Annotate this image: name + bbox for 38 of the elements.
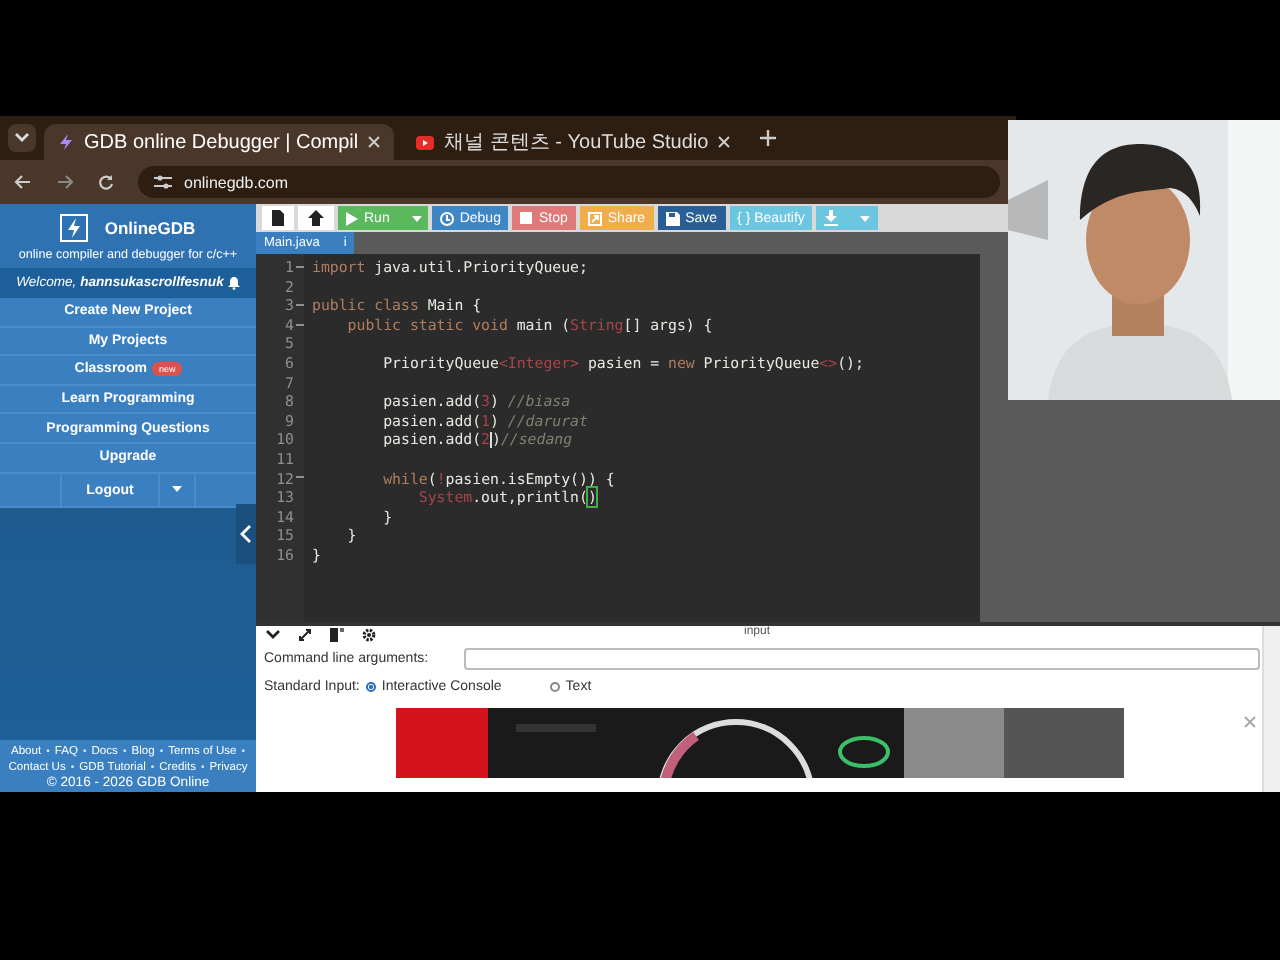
- forward-icon[interactable]: [56, 174, 74, 190]
- share-icon: [587, 211, 602, 225]
- address-bar[interactable]: onlinegdb.com: [138, 166, 1000, 198]
- download-icon: [824, 210, 839, 226]
- upload-icon: [308, 210, 324, 226]
- upload-button[interactable]: [298, 206, 334, 230]
- browser-tab[interactable]: GDB online Debugger | Compil: [44, 124, 395, 160]
- back-icon[interactable]: [14, 174, 32, 190]
- play-icon: [346, 211, 358, 225]
- new-file-button[interactable]: [262, 206, 294, 230]
- reload-icon[interactable]: [98, 174, 114, 190]
- scrollbar[interactable]: [1262, 626, 1280, 792]
- chevron-down-icon: [14, 132, 30, 144]
- browser-tab[interactable]: 채널 콘텐츠 - YouTube Studio: [402, 124, 745, 160]
- clock-icon: [439, 211, 454, 225]
- new-tab-icon[interactable]: [760, 130, 777, 146]
- collapse-icon[interactable]: [266, 630, 280, 640]
- play-icon: [416, 135, 435, 149]
- collapse-button[interactable]: [236, 504, 256, 564]
- panel-icon[interactable]: [330, 628, 344, 642]
- save-icon: [665, 211, 680, 225]
- expand-icon[interactable]: [298, 628, 312, 642]
- settings-icon[interactable]: [362, 628, 376, 642]
- logo-icon: [60, 214, 89, 242]
- input-field[interactable]: [464, 647, 1260, 669]
- bolt-icon: [58, 134, 74, 150]
- close-icon[interactable]: [368, 136, 381, 148]
- file-icon: [272, 210, 284, 226]
- stop-icon: [520, 212, 533, 224]
- tab-list-button[interactable]: [8, 124, 36, 152]
- radio-button[interactable]: [365, 681, 376, 691]
- close-icon[interactable]: [718, 136, 731, 148]
- radio-button[interactable]: [549, 681, 560, 691]
- chevron-left-icon: [240, 524, 252, 544]
- caret-icon: [171, 486, 182, 493]
- bell-icon[interactable]: [227, 276, 240, 290]
- brand-name: OnlineGDB: [104, 218, 196, 238]
- site-settings-icon[interactable]: [154, 174, 172, 190]
